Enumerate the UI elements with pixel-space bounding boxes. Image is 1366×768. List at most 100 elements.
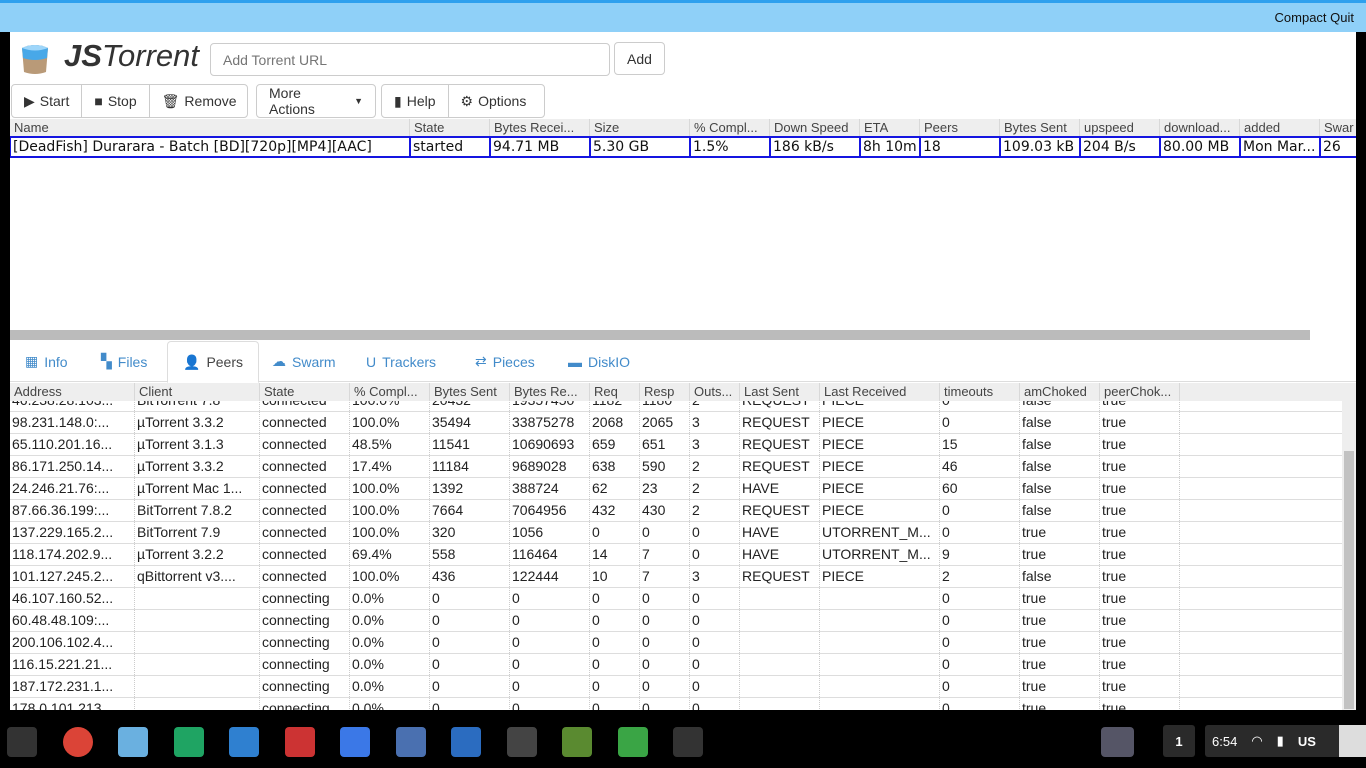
cell: 109.03 kB	[1000, 136, 1080, 158]
peer-row[interactable]: 46.238.28.103...BitTorrent 7.8connected1…	[10, 401, 1342, 412]
peer-row[interactable]: 46.107.160.52... connecting 0.0% 0 0 0 0 0 0 true…	[10, 588, 1342, 610]
keyboard-locale: US	[1297, 733, 1316, 749]
peer-row[interactable]: 118.174.202.9... µTorrent 3.2.2 connected 6…	[10, 544, 1342, 566]
cell: BitTorrent 7.8	[135, 401, 260, 411]
cell: 0.0%	[350, 610, 430, 631]
scrollbar-thumb[interactable]	[1344, 451, 1354, 709]
peer-row[interactable]: 65.110.201.16... µTorrent 3.1.3 connected 4…	[10, 434, 1342, 456]
cell: connected	[260, 456, 350, 477]
column-header: Last Sent	[740, 383, 820, 401]
cell: REQUEST	[740, 566, 820, 587]
exchange-icon: ⇄	[475, 353, 487, 369]
remove-button[interactable]: 🗑 Remove	[150, 85, 247, 117]
cell: 0	[940, 588, 1020, 609]
cell: 122444	[510, 566, 590, 587]
cell: 46.107.160.52...	[10, 588, 135, 609]
cell: connected	[260, 522, 350, 543]
cell: 0	[940, 676, 1020, 697]
column-header: amChoked	[1020, 383, 1100, 401]
more-actions-button[interactable]: More Actions ▼	[257, 85, 375, 117]
peer-row[interactable]: 98.231.148.0:... µTorrent 3.3.2 connected 1…	[10, 412, 1342, 434]
files-app-icon[interactable]	[229, 727, 259, 757]
user-avatar[interactable]	[1101, 727, 1134, 757]
text-editor-app-icon[interactable]	[451, 727, 481, 757]
cell: true	[1020, 676, 1100, 697]
options-button[interactable]: ⚙ Options	[449, 85, 539, 117]
compact-quit-links[interactable]: Compact Quit	[1275, 10, 1354, 25]
cell: 0	[940, 522, 1020, 543]
cell: 1392	[430, 478, 510, 499]
shell-app-icon[interactable]	[562, 727, 592, 757]
cell: PIECE	[820, 566, 940, 587]
cell: connected	[260, 412, 350, 433]
jstorrent-app-icon[interactable]	[118, 727, 148, 757]
app-title: JSTorrent	[64, 38, 199, 73]
cell: 10	[590, 566, 640, 587]
tab-files[interactable]: ▚ Files	[86, 341, 162, 382]
drive-app-icon[interactable]	[173, 727, 204, 757]
column-header: Peers	[920, 119, 1000, 137]
window-manager-app-icon[interactable]	[395, 727, 426, 757]
vertical-scrollbar[interactable]	[1342, 401, 1356, 710]
horizontal-scrollbar[interactable]	[10, 330, 1310, 340]
add-button[interactable]: Add	[614, 42, 665, 75]
cell: 14	[590, 544, 640, 565]
cell: true	[1100, 654, 1180, 675]
column-header: Bytes Sent	[1000, 119, 1080, 137]
cell: true	[1100, 698, 1180, 710]
gmail-app-icon[interactable]	[284, 727, 315, 757]
peer-row[interactable]: 87.66.36.199:... BitTorrent 7.8.2 connecte…	[10, 500, 1342, 522]
peer-row[interactable]: 24.246.21.76:... µTorrent Mac 1... connect…	[10, 478, 1342, 500]
peer-row[interactable]: 200.106.102.4... connecting 0.0% 0 0 0 0 0 0 true…	[10, 632, 1342, 654]
torrent-row[interactable]: [DeadFish] Durarara - Batch [BD][720p][M…	[10, 136, 1356, 158]
start-button[interactable]: ▶ Start	[12, 85, 83, 117]
docs-app-icon[interactable]	[340, 727, 370, 757]
feedly-app-icon[interactable]	[617, 727, 648, 757]
peer-row[interactable]: 86.171.250.14... µTorrent 3.3.2 connected 1…	[10, 456, 1342, 478]
cell: 388724	[510, 478, 590, 499]
peer-row[interactable]: 137.229.165.2... BitTorrent 7.9 connected 1…	[10, 522, 1342, 544]
dev-editor-app-icon[interactable]	[673, 727, 703, 757]
stop-button[interactable]: ■ Stop	[82, 85, 150, 117]
cell: 5.30 GB	[590, 136, 690, 158]
chrome-app-icon[interactable]	[62, 727, 93, 757]
user-icon: 👤	[183, 353, 201, 370]
cell: 0	[590, 654, 640, 675]
tab-trackers[interactable]: U Trackers	[351, 341, 451, 382]
more-actions-dropdown[interactable]: More Actions ▼	[256, 84, 376, 118]
cell	[135, 654, 260, 675]
cell: 0	[690, 654, 740, 675]
torrent-url-input[interactable]	[210, 43, 610, 76]
tab-info[interactable]: ▦ Info	[10, 341, 83, 382]
gear-icon: ⚙	[460, 92, 474, 109]
cell: 0	[590, 632, 640, 653]
status-tray[interactable]: 6:54 ◠ ▮ US	[1205, 725, 1366, 757]
launcher-app-icon[interactable]	[7, 727, 37, 757]
peer-row[interactable]: 116.15.221.21... connecting 0.0% 0 0 0 0 0 0 true…	[10, 654, 1342, 676]
peer-row[interactable]: 101.127.245.2... qBittorrent v3.... connec…	[10, 566, 1342, 588]
wikipedia-app-icon[interactable]	[506, 727, 537, 757]
tab-diskio[interactable]: ▬ DiskIO	[553, 341, 645, 382]
cell: µTorrent Mac 1...	[135, 478, 260, 499]
tab-swarm[interactable]: ☁ Swarm	[257, 341, 351, 382]
peer-row[interactable]: 187.172.231.1... connecting 0.0% 0 0 0 0 0 0 true…	[10, 676, 1342, 698]
cell: 20432	[430, 401, 510, 411]
cell: connecting	[260, 610, 350, 631]
cell	[820, 654, 940, 675]
window-count[interactable]: 1	[1163, 725, 1195, 757]
cell: 0	[690, 588, 740, 609]
tab-pieces[interactable]: ⇄ Pieces	[460, 341, 550, 382]
cell: 100.0%	[350, 478, 430, 499]
torrent-table-header: Name State Bytes Recei... Size% Compl... Dow…	[10, 119, 1356, 137]
cell	[135, 676, 260, 697]
cell: connecting	[260, 588, 350, 609]
peer-row[interactable]: 178.0.101.213... connecting 0.0% 0 0 0 0 0 0 true…	[10, 698, 1342, 710]
cell: 65.110.201.16...	[10, 434, 135, 455]
cell: 0.0%	[350, 676, 430, 697]
cell	[820, 676, 940, 697]
help-button[interactable]: ▮ Help	[382, 85, 449, 117]
tab-peers[interactable]: 👤 Peers	[167, 341, 260, 383]
battery-icon: ▮	[1276, 733, 1284, 748]
jstorrent-logo-icon	[22, 45, 48, 74]
peer-row[interactable]: 60.48.48.109:... connecting 0.0% 0 0 0 0 0 0 true…	[10, 610, 1342, 632]
